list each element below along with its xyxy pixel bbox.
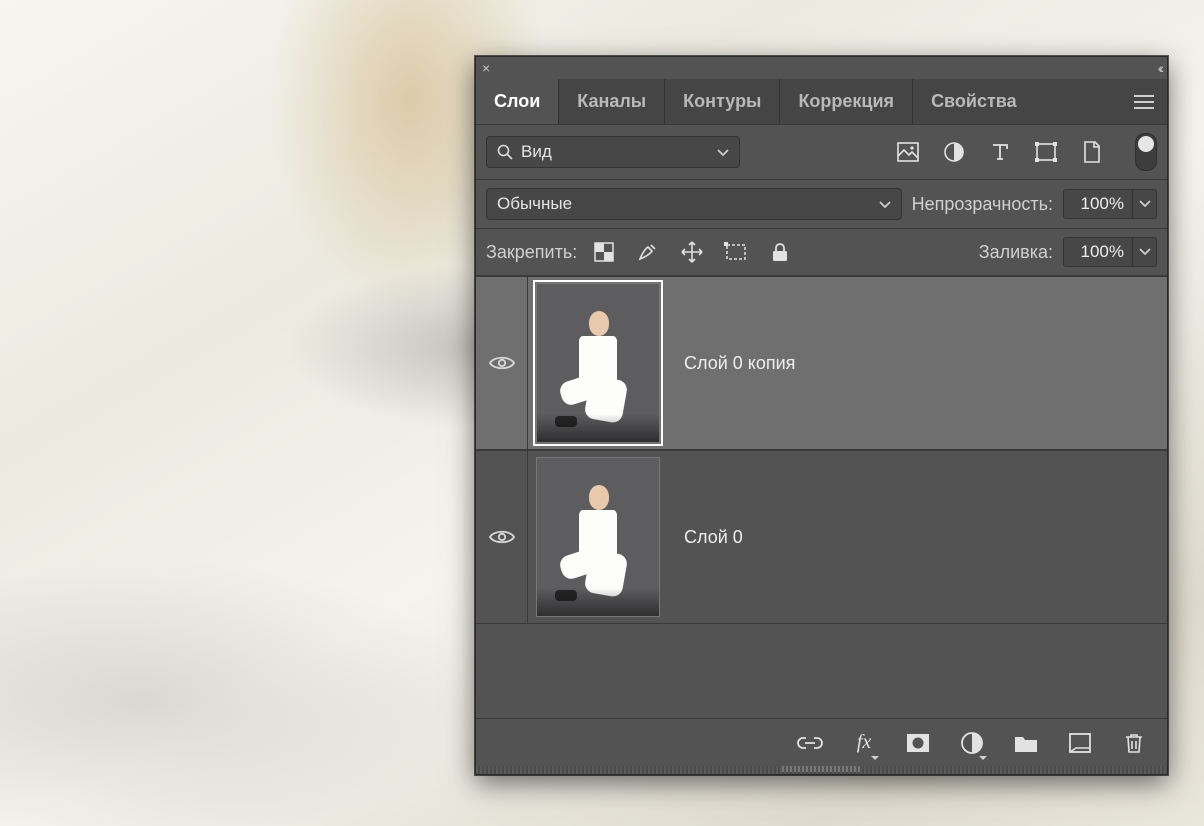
panel-menu-icon[interactable] bbox=[1121, 79, 1167, 124]
lock-all-icon[interactable] bbox=[763, 237, 797, 267]
filter-adjustment-icon[interactable] bbox=[937, 137, 971, 167]
row-filter: Вид bbox=[476, 125, 1167, 180]
tab-channels[interactable]: Каналы bbox=[558, 79, 664, 124]
layer-name[interactable]: Слой 0 копия bbox=[668, 353, 795, 374]
tab-layers[interactable]: Слои bbox=[476, 79, 558, 124]
new-layer-icon[interactable] bbox=[1067, 730, 1093, 756]
chevron-down-icon[interactable] bbox=[1133, 237, 1157, 267]
layers-list: Слой 0 копия Слой 0 bbox=[476, 276, 1167, 718]
layer-mask-icon[interactable] bbox=[905, 730, 931, 756]
panel-resize-grip[interactable] bbox=[476, 766, 1167, 774]
chevron-down-icon bbox=[879, 194, 891, 214]
filter-type-icon[interactable] bbox=[983, 137, 1017, 167]
layer-thumbnail[interactable] bbox=[536, 457, 660, 617]
collapse-icon[interactable]: ‹‹ bbox=[1158, 60, 1161, 76]
visibility-toggle[interactable] bbox=[476, 277, 528, 449]
layer-row[interactable]: Слой 0 копия bbox=[476, 276, 1167, 450]
link-layers-icon[interactable] bbox=[797, 730, 823, 756]
opacity-input[interactable] bbox=[1063, 189, 1133, 219]
panel-bottombar: fx bbox=[476, 718, 1167, 766]
layer-style-icon[interactable]: fx bbox=[851, 730, 877, 756]
lock-artboard-icon[interactable] bbox=[719, 237, 753, 267]
filter-smartobject-icon[interactable] bbox=[1075, 137, 1109, 167]
lock-transparency-icon[interactable] bbox=[587, 237, 621, 267]
tab-paths[interactable]: Контуры bbox=[664, 79, 779, 124]
panel-titlebar: × ‹‹ bbox=[476, 57, 1167, 79]
row-lock: Закрепить: Заливка: bbox=[476, 229, 1167, 276]
lock-label: Закрепить: bbox=[486, 242, 577, 263]
opacity-field[interactable] bbox=[1063, 189, 1157, 219]
lock-pixels-icon[interactable] bbox=[631, 237, 665, 267]
chevron-down-icon[interactable] bbox=[1133, 189, 1157, 219]
chevron-down-icon bbox=[717, 142, 729, 162]
blend-mode-label: Обычные bbox=[497, 194, 572, 214]
group-icon[interactable] bbox=[1013, 730, 1039, 756]
blend-mode-dropdown[interactable]: Обычные bbox=[486, 188, 902, 220]
filter-kind-dropdown[interactable]: Вид bbox=[486, 136, 740, 168]
layer-thumbnail[interactable] bbox=[536, 283, 660, 443]
row-blend: Обычные Непрозрачность: bbox=[476, 180, 1167, 229]
filter-kind-label: Вид bbox=[521, 142, 552, 162]
filter-pixel-icon[interactable] bbox=[891, 137, 925, 167]
delete-layer-icon[interactable] bbox=[1121, 730, 1147, 756]
layer-row[interactable]: Слой 0 bbox=[476, 450, 1167, 624]
panel-tabs: Слои Каналы Контуры Коррекция Свойства bbox=[476, 79, 1167, 125]
visibility-toggle[interactable] bbox=[476, 451, 528, 623]
filter-shape-icon[interactable] bbox=[1029, 137, 1063, 167]
close-icon[interactable]: × bbox=[482, 60, 490, 76]
adjustment-layer-icon[interactable] bbox=[959, 730, 985, 756]
lock-position-icon[interactable] bbox=[675, 237, 709, 267]
tab-adjustments[interactable]: Коррекция bbox=[779, 79, 912, 124]
filter-toggle[interactable] bbox=[1135, 133, 1157, 171]
filter-icons bbox=[891, 133, 1157, 171]
tab-properties[interactable]: Свойства bbox=[912, 79, 1035, 124]
fill-input[interactable] bbox=[1063, 237, 1133, 267]
layer-name[interactable]: Слой 0 bbox=[668, 527, 743, 548]
fill-label: Заливка: bbox=[979, 242, 1053, 263]
fill-field[interactable] bbox=[1063, 237, 1157, 267]
layers-panel: × ‹‹ Слои Каналы Контуры Коррекция Свойс… bbox=[475, 56, 1168, 775]
opacity-label: Непрозрачность: bbox=[912, 194, 1053, 215]
